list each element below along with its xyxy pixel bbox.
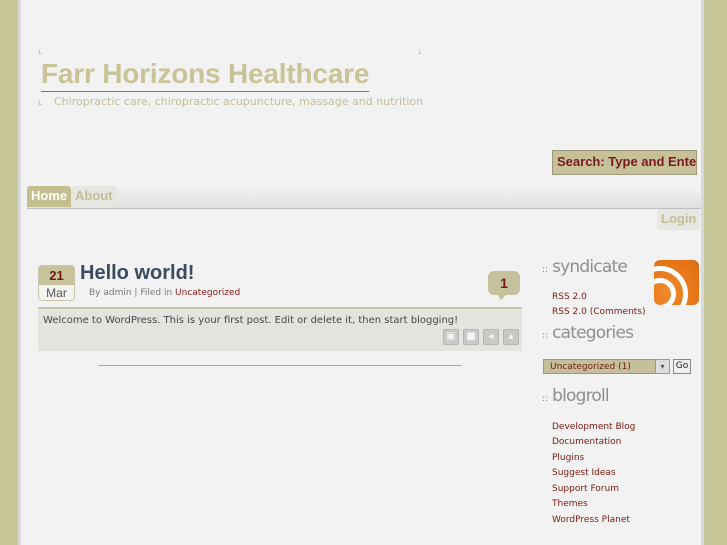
- chevron-down-icon[interactable]: ▾: [655, 359, 670, 374]
- tab-about[interactable]: About: [71, 186, 117, 207]
- blogroll-link[interactable]: WordPress Planet: [552, 515, 630, 525]
- header-corner-mark: ╰: [417, 50, 422, 58]
- rss-link[interactable]: RSS 2.0: [552, 292, 587, 302]
- post-title[interactable]: Hello world!: [80, 262, 194, 285]
- blogroll-link[interactable]: Suggest Ideas: [552, 468, 616, 478]
- back-icon[interactable]: ◂: [483, 329, 499, 345]
- post-date-month: Mar: [39, 285, 74, 300]
- post-content: Welcome to WordPress. This is your first…: [43, 315, 459, 326]
- search-input[interactable]: Search: Type and Enter: [552, 150, 697, 175]
- post-date-day: 21: [39, 266, 74, 285]
- blogroll-heading-text: blogroll: [552, 386, 610, 406]
- nav-bar: [27, 185, 701, 209]
- categories-heading-text: categories: [552, 323, 634, 343]
- login-button[interactable]: Login: [657, 209, 701, 230]
- print-icon[interactable]: ▣: [443, 329, 459, 345]
- blogroll-link[interactable]: Plugins: [552, 453, 584, 463]
- tab-home[interactable]: Home: [27, 186, 72, 207]
- post-meta: By admin | Filed in Uncategorized: [89, 288, 240, 298]
- comment-count-bubble[interactable]: 1: [488, 271, 520, 300]
- post-date-badge: 21 Mar: [38, 265, 75, 301]
- post-category-link[interactable]: Uncategorized: [175, 288, 240, 298]
- blogroll-link[interactable]: Support Forum: [552, 484, 619, 494]
- category-go-button[interactable]: Go: [673, 359, 691, 374]
- syndicate-heading: :: syndicate: [542, 257, 628, 277]
- page-container: ╰ ╰ ╰ Farr Horizons Healthcare Chiroprac…: [18, 0, 704, 545]
- heading-prefix: ::: [542, 394, 549, 404]
- site-title[interactable]: Farr Horizons Healthcare: [41, 58, 369, 92]
- syndicate-heading-text: syndicate: [552, 257, 628, 277]
- site-description: Chiropractic care, chiropractic acupunct…: [54, 95, 424, 108]
- email-icon[interactable]: ■: [463, 329, 479, 345]
- post-meta-prefix: By admin | Filed in: [89, 288, 173, 298]
- rss-comments-link[interactable]: RSS 2.0 (Comments): [552, 307, 646, 317]
- categories-heading: :: categories: [542, 323, 634, 343]
- post-divider: [98, 365, 462, 366]
- category-select[interactable]: Uncategorized (1): [543, 359, 670, 374]
- header-corner-mark: ╰: [37, 101, 42, 109]
- blogroll-link[interactable]: Documentation: [552, 437, 621, 447]
- blogroll-heading: :: blogroll: [542, 386, 610, 406]
- blogroll-link[interactable]: Development Blog: [552, 422, 635, 432]
- rss-feed-icon[interactable]: [654, 260, 699, 305]
- top-icon[interactable]: ▴: [503, 329, 519, 345]
- blogroll-link[interactable]: Themes: [552, 499, 588, 509]
- heading-prefix: ::: [542, 331, 549, 341]
- header-corner-mark: ╰: [37, 50, 42, 58]
- heading-prefix: ::: [542, 265, 549, 275]
